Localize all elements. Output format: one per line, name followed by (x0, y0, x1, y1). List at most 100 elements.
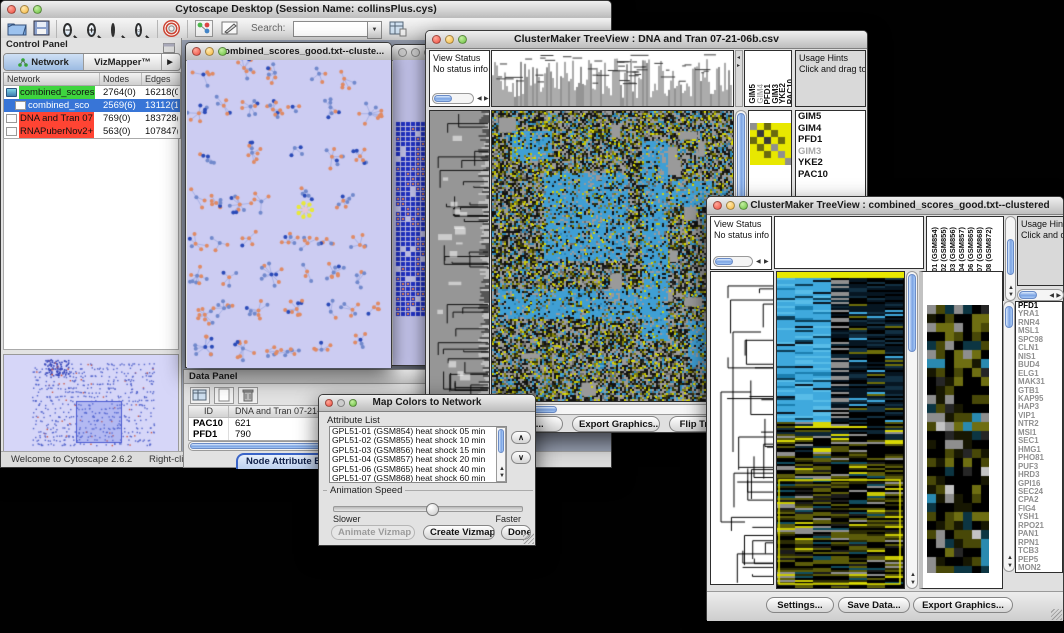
treeview2-column-dendrogram[interactable] (774, 216, 924, 269)
mini-heatmap-canvas[interactable] (750, 123, 792, 165)
close-button[interactable] (432, 35, 441, 44)
minimize-button[interactable] (20, 5, 29, 14)
birdseye-view[interactable] (3, 354, 179, 452)
attribute-select-icon[interactable] (190, 387, 210, 404)
gene-label[interactable]: GIM4 (796, 123, 865, 135)
treeview1-column-dendrogram[interactable] (491, 50, 734, 107)
scroll-down-icon[interactable]: ▼ (1007, 563, 1013, 569)
scroll-down-icon[interactable]: ▼ (499, 473, 505, 479)
scroll-up-icon[interactable]: ▲ (1007, 555, 1013, 561)
listbox-vscrollbar[interactable]: ▲ ▼ (496, 427, 506, 482)
minimize-button[interactable] (337, 399, 345, 407)
annotation-icon[interactable] (221, 20, 239, 42)
network-view-canvas[interactable] (187, 60, 391, 368)
move-down-button[interactable]: ∨ (511, 451, 531, 464)
zoom-button[interactable] (218, 47, 227, 56)
zoom-button[interactable] (33, 5, 42, 14)
zoom-button[interactable] (739, 201, 748, 210)
column-label[interactable]: PFD1 (763, 84, 771, 104)
gene-label[interactable]: PAC10 (796, 169, 865, 181)
minimize-button[interactable] (445, 35, 454, 44)
network-list-row[interactable]: combined_scores 2764(0) 16218(0) (4, 86, 180, 99)
scroll-up-icon[interactable]: ▲ (1008, 285, 1014, 291)
treeview2-heatmap[interactable] (776, 271, 905, 589)
attribute-item[interactable]: GPL51-07 (GSM868) heat shock 60 min (330, 474, 506, 483)
scroll-left-icon[interactable]: ◀ (1049, 293, 1054, 299)
zoom-button[interactable] (458, 35, 467, 44)
export-graphics-button[interactable]: Export Graphics... (913, 597, 1013, 613)
treeview2-row-dendrogram[interactable] (710, 271, 774, 585)
treeview2-title-bar[interactable]: ClusterMaker TreeView : combined_scores_… (707, 197, 1063, 215)
column-label[interactable]: GIM5 (748, 84, 756, 104)
column-label[interactable]: GIM3 (771, 84, 779, 104)
network-table-header[interactable]: Network Nodes Edges (4, 73, 180, 86)
nodes-icon[interactable] (195, 20, 213, 42)
column-dendrogram-canvas[interactable] (492, 51, 733, 106)
col-header-id[interactable]: ID (189, 406, 229, 417)
zoom-heatmap-canvas[interactable] (927, 305, 989, 573)
view-status-hscrollbar[interactable] (713, 256, 753, 267)
splitter-strip[interactable]: ◂▸ (735, 50, 743, 107)
create-vizmap-button[interactable]: Create Vizmap (423, 525, 495, 540)
treeview2-vscrollbar[interactable]: ▲ ▼ (906, 271, 918, 589)
minimize-button[interactable] (726, 201, 735, 210)
network-tree-empty-area[interactable] (3, 138, 179, 350)
heatmap-canvas[interactable] (492, 111, 733, 401)
zoom-in-icon[interactable]: + (87, 20, 96, 38)
network-list-row[interactable]: combined_sco 2569(6) 13112(15) (4, 99, 180, 112)
scroll-down-icon[interactable]: ▼ (910, 580, 916, 586)
minimize-button[interactable] (205, 47, 214, 56)
export-graphics-button[interactable]: Export Graphics... (572, 416, 660, 432)
main-title-bar[interactable]: Cytoscape Desktop (Session Name: collins… (1, 1, 611, 19)
settings-button[interactable]: Settings... (766, 597, 834, 613)
search-input[interactable] (293, 21, 371, 37)
gene-label[interactable]: PFD1 (796, 134, 865, 146)
scroll-right-icon[interactable]: ▶ (1056, 293, 1061, 299)
column-labels-vscrollbar[interactable]: ▲ ▼ (1005, 216, 1016, 301)
close-button[interactable] (398, 48, 407, 57)
close-button[interactable] (713, 201, 722, 210)
network-list-row[interactable]: RNAPuberNov2+ 563(0) 107847(0) (4, 125, 180, 138)
birdseye-canvas[interactable] (4, 355, 178, 451)
animate-vizmap-button[interactable]: Animate Vizmap (331, 525, 415, 540)
resize-grip[interactable] (1051, 609, 1062, 620)
zoom-out-icon[interactable]: − (63, 20, 72, 38)
scroll-up-icon[interactable]: ▲ (499, 466, 505, 472)
data-panel-header[interactable]: Data Panel (184, 370, 431, 384)
column-label[interactable]: YKE2 (778, 83, 786, 104)
zoom-fit-icon[interactable] (111, 20, 115, 38)
dialog-title-bar[interactable]: Map Colors to Network (319, 395, 535, 412)
close-button[interactable] (7, 5, 16, 14)
new-attribute-icon[interactable] (214, 387, 234, 404)
column-label[interactable]: PAC10 (786, 79, 793, 104)
zoom-selected-icon[interactable]: ▫ (135, 20, 142, 38)
scroll-up-icon[interactable]: ▲ (910, 572, 916, 578)
scroll-left-icon[interactable]: ◀ (756, 259, 761, 265)
move-up-button[interactable]: ∧ (511, 431, 531, 444)
tab-network[interactable]: Network (4, 54, 84, 70)
usage-hints-hscrollbar[interactable]: ◀ ▶ (1017, 289, 1064, 301)
scroll-right-icon[interactable]: ▶ (484, 96, 489, 102)
slider-thumb[interactable] (426, 503, 439, 516)
search-dropdown-arrow[interactable]: ▼ (367, 21, 382, 39)
treeview1-heatmap[interactable] (491, 110, 734, 402)
gene-list-vscrollbar[interactable]: ▲ ▼ (1003, 301, 1015, 572)
scroll-left-icon[interactable]: ◀ (477, 96, 482, 102)
table-chart-icon[interactable] (389, 20, 407, 42)
gene-label[interactable]: GIM3 (796, 146, 865, 158)
tab-overflow-arrow[interactable]: ▶ (162, 54, 178, 70)
save-data-button[interactable]: Save Data... (838, 597, 910, 613)
zoom-button[interactable] (349, 399, 357, 407)
resize-grip[interactable] (523, 533, 534, 544)
gene-label[interactable]: GIM5 (796, 111, 865, 123)
column-label[interactable]: GIM4 (756, 84, 764, 104)
scroll-down-icon[interactable]: ▼ (1008, 292, 1014, 298)
tab-vizmapper[interactable]: VizMapper™ (84, 54, 162, 70)
network-list-row[interactable]: DNA and Tran 07 769(0) 183728(0) (4, 112, 180, 125)
delete-attribute-trash-icon[interactable] (238, 387, 258, 404)
row-dendrogram-canvas[interactable] (430, 111, 489, 401)
treeview1-title-bar[interactable]: ClusterMaker TreeView : DNA and Tran 07-… (426, 31, 867, 49)
minimize-button[interactable] (411, 48, 420, 57)
network-window-title-bar[interactable]: combined_scores_good.txt--cluste... (186, 43, 391, 61)
scroll-right-icon[interactable]: ▶ (764, 259, 769, 265)
